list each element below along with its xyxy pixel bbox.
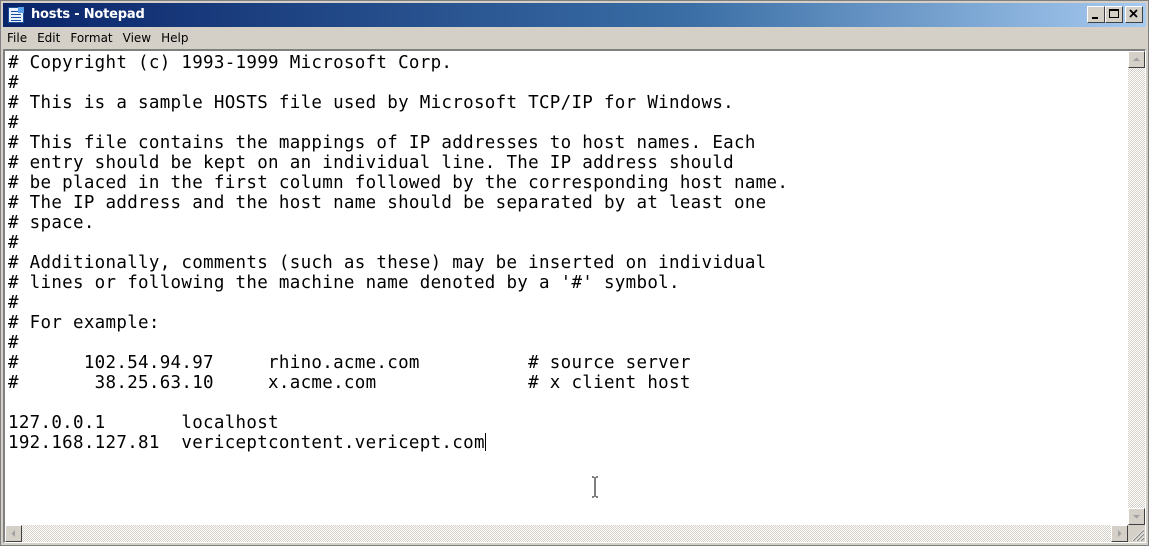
menu-file[interactable]: File (3, 29, 32, 47)
text-line: # The IP address and the host name shoul… (8, 193, 767, 213)
text-line: # This file contains the mappings of IP … (8, 133, 756, 153)
text-line: # be placed in the first column followed… (8, 173, 789, 193)
maximize-button[interactable] (1105, 6, 1123, 23)
menu-format[interactable]: Format (65, 29, 117, 47)
text-line: # (8, 333, 19, 353)
text-line: # 102.54.94.97 rhino.acme.com # source s… (8, 353, 691, 373)
scroll-right-button[interactable] (1111, 525, 1128, 542)
close-icon (1129, 9, 1138, 18)
menu-view[interactable]: View (118, 29, 156, 47)
vertical-scrollbar[interactable] (1128, 51, 1145, 525)
scroll-left-button[interactable] (5, 525, 22, 542)
text-line: # (8, 293, 19, 313)
text-line: # 38.25.63.10 x.acme.com # x client host (8, 373, 691, 393)
text-line: # (8, 113, 19, 133)
minimize-icon (1092, 17, 1098, 19)
menu-bar: File Edit Format View Help (3, 28, 1146, 48)
title-bar[interactable]: hosts - Notepad (3, 3, 1146, 27)
scroll-down-button[interactable] (1128, 508, 1145, 525)
text-line: # Additionally, comments (such as these)… (8, 253, 767, 273)
minimize-button[interactable] (1087, 6, 1105, 23)
notepad-window: hosts - Notepad File Edit Format View He… (0, 0, 1149, 546)
window-controls (1087, 6, 1143, 23)
text-line: # entry should be kept on an individual … (8, 153, 735, 173)
notepad-icon[interactable] (8, 7, 24, 23)
editor-content[interactable]: # Copyright (c) 1993-1999 Microsoft Corp… (7, 53, 1127, 453)
text-line: # This is a sample HOSTS file used by Mi… (8, 93, 735, 113)
text-area[interactable]: # Copyright (c) 1993-1999 Microsoft Corp… (7, 53, 1127, 524)
resize-grip[interactable] (1128, 525, 1145, 542)
text-caret (484, 433, 486, 451)
menu-help[interactable]: Help (156, 29, 193, 47)
arrow-down-icon (1133, 515, 1140, 519)
scroll-up-button[interactable] (1128, 51, 1145, 68)
text-line: # space. (8, 213, 95, 233)
horizontal-scrollbar[interactable] (5, 525, 1128, 542)
arrow-up-icon (1133, 57, 1140, 61)
window-title: hosts - Notepad (31, 7, 145, 22)
text-editor[interactable]: # Copyright (c) 1993-1999 Microsoft Corp… (3, 49, 1146, 543)
maximize-icon (1109, 9, 1119, 18)
text-line: # (8, 233, 19, 253)
arrow-right-icon (1118, 530, 1122, 537)
text-line: # (8, 73, 19, 93)
text-line: 127.0.0.1 localhost (8, 413, 279, 433)
text-line: 192.168.127.81 vericeptcontent.vericept.… (8, 433, 485, 453)
text-cursor-icon (592, 476, 598, 498)
menu-edit[interactable]: Edit (32, 29, 65, 47)
close-button[interactable] (1125, 6, 1143, 23)
text-line: # lines or following the machine name de… (8, 273, 680, 293)
text-line: # Copyright (c) 1993-1999 Microsoft Corp… (8, 53, 453, 73)
arrow-left-icon (11, 530, 15, 537)
text-line: # For example: (8, 313, 160, 333)
resize-grip-icon (1131, 528, 1145, 542)
